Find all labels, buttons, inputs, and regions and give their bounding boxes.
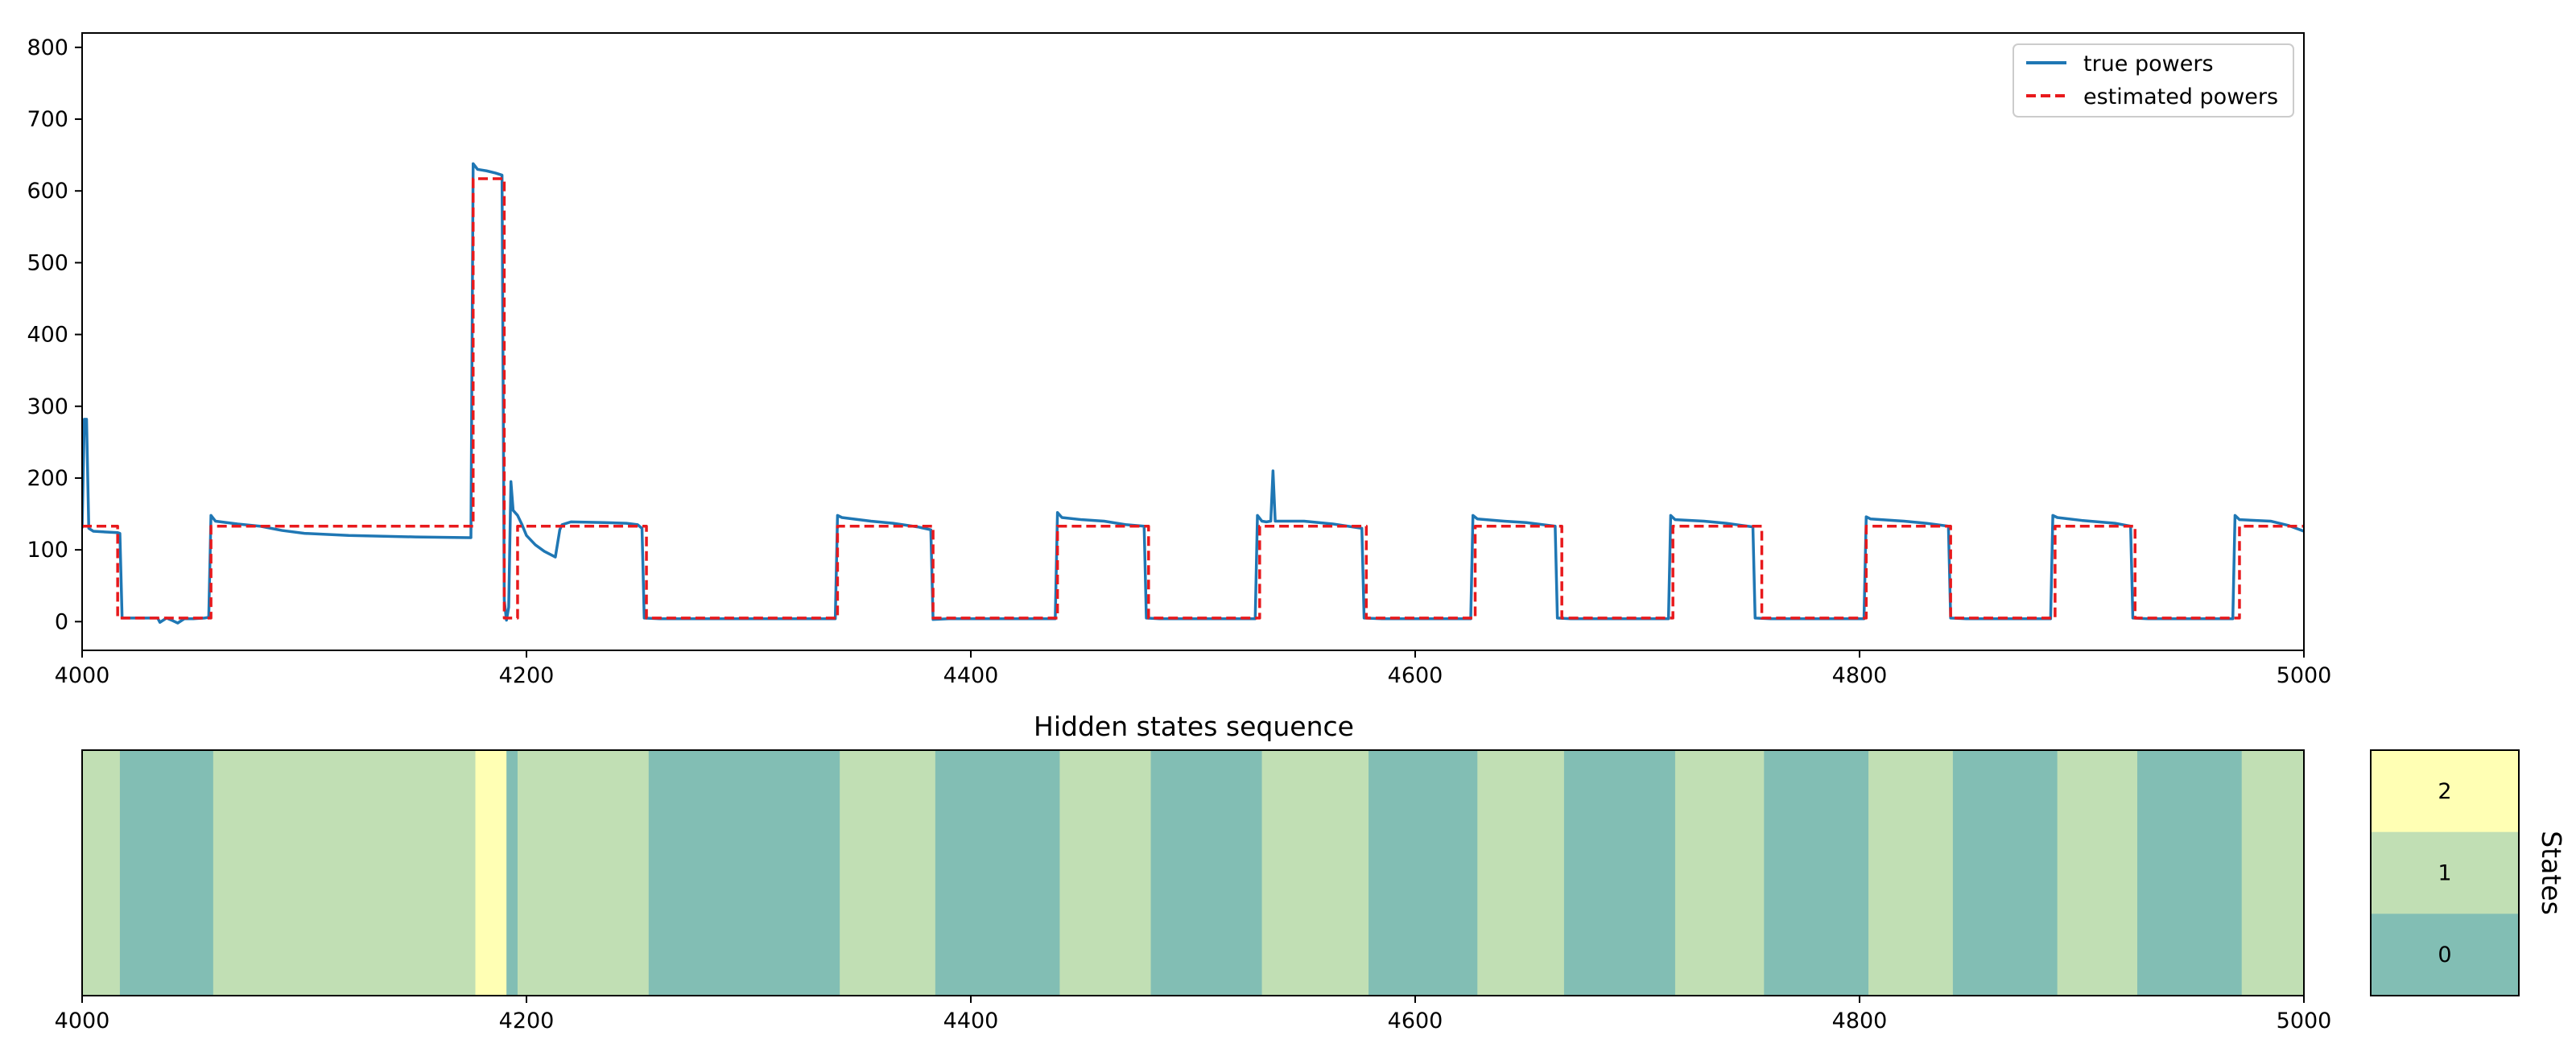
state-segment-1 — [1868, 750, 1954, 996]
state-segment-1 — [1477, 750, 1565, 996]
x-tick-label: 5000 — [2277, 663, 2332, 688]
legend-label-true: true powers — [2083, 52, 2214, 76]
state-segment-0 — [1150, 750, 1263, 996]
state-segment-0 — [648, 750, 840, 996]
colorbar-tick-label: 2 — [2438, 779, 2451, 804]
x-tick-label: 4200 — [499, 663, 555, 688]
state-segment-0 — [935, 750, 1060, 996]
colorbar-label: States — [2536, 831, 2567, 915]
colorbar-tick-label: 1 — [2438, 861, 2451, 886]
x-tick-label: 4600 — [1388, 1009, 1443, 1033]
x-tick-label: 4000 — [55, 663, 110, 688]
figure: 4000 4200 4400 4600 4800 5000 010020030040050… — [0, 0, 2576, 1056]
y-tick-label: 600 — [27, 179, 68, 204]
y-tick-label: 200 — [27, 466, 68, 491]
x-tick-label: 4600 — [1388, 663, 1443, 688]
y-tick-label: 0 — [55, 609, 68, 634]
plot-area — [82, 33, 2304, 650]
state-segment-1 — [2241, 750, 2305, 996]
state-segment-1 — [1059, 750, 1152, 996]
state-segment-0 — [1952, 750, 2058, 996]
x-tick-label: 5000 — [2277, 1009, 2332, 1033]
state-segment-1 — [2057, 750, 2138, 996]
state-segments — [82, 750, 2305, 996]
y-tick-label: 500 — [27, 250, 68, 275]
state-segment-2 — [475, 750, 507, 996]
legend: true powers estimated powers — [2013, 43, 2294, 118]
y-tick-label: 400 — [27, 323, 68, 348]
state-segment-1 — [82, 750, 121, 996]
x-tick-label: 4400 — [943, 1009, 999, 1033]
state-segment-1 — [213, 750, 477, 996]
y-tick-label: 100 — [27, 538, 68, 563]
state-segment-1 — [1674, 750, 1765, 996]
state-segment-0 — [2137, 750, 2243, 996]
y-tick-label: 700 — [27, 107, 68, 132]
x-tick-label: 4000 — [55, 1009, 110, 1033]
y-tick-label: 300 — [27, 394, 68, 419]
x-tick-label: 4800 — [1832, 663, 1888, 688]
state-segment-0 — [506, 750, 518, 996]
legend-label-estimated: estimated powers — [2083, 85, 2278, 109]
heatmap-title: Hidden states sequence — [1034, 711, 1354, 742]
colorbar-tick-label: 0 — [2438, 943, 2451, 967]
state-segment-0 — [1764, 750, 1869, 996]
state-segment-0 — [119, 750, 214, 996]
colorbar-cells: 2 1 0 — [2371, 750, 2519, 996]
state-segment-1 — [840, 750, 936, 996]
x-tick-label: 4800 — [1832, 1009, 1888, 1033]
x-tick-label: 4200 — [499, 1009, 555, 1033]
power-line-chart: 4000 4200 4400 4600 4800 5000 0 100 200 300 400 50… — [27, 32, 2332, 688]
state-segment-0 — [1563, 750, 1676, 996]
y-tick-label: 800 — [27, 35, 68, 60]
state-segment-1 — [1261, 750, 1369, 996]
x-tick-label: 4400 — [943, 663, 999, 688]
hidden-states-heatmap: Hidden states sequence 4000 4200 4400 4600 4… — [55, 711, 2332, 1033]
state-segment-0 — [1368, 750, 1478, 996]
state-segment-1 — [517, 750, 650, 996]
